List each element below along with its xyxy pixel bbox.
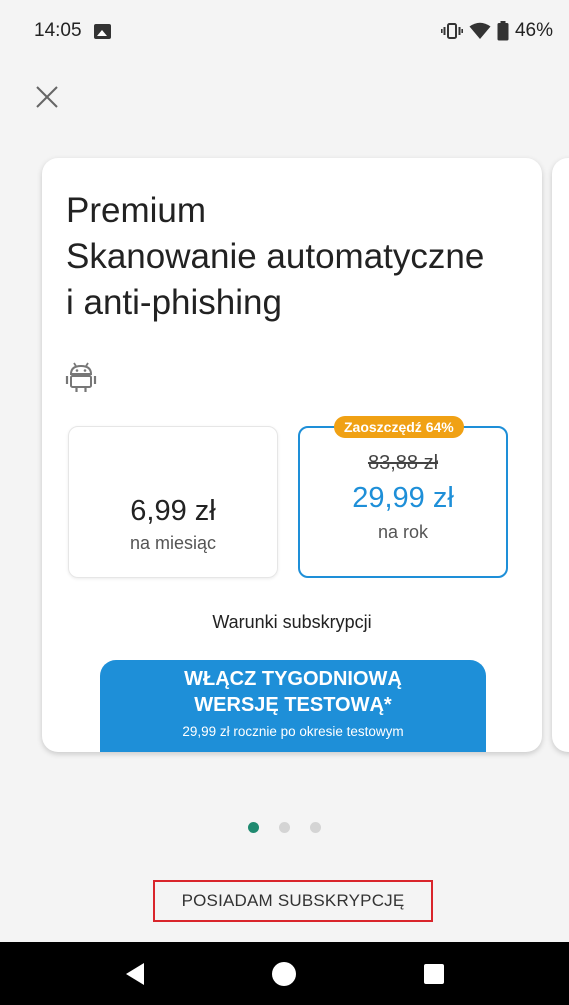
subscription-screen: 14:05 46% Premium Skanowanie automatyczn… bbox=[0, 0, 569, 1005]
subscription-terms-link[interactable]: Warunki subskrypcji bbox=[42, 612, 542, 633]
recents-icon bbox=[424, 963, 445, 984]
premium-plan-card: Premium Skanowanie automatyczne i anti-p… bbox=[42, 158, 542, 752]
close-icon bbox=[36, 86, 58, 108]
card-title-line-1: Premium bbox=[66, 191, 207, 230]
nav-back-button[interactable] bbox=[115, 954, 155, 994]
plan-yearly[interactable]: 83,88 zł 29,99 zł na rok bbox=[298, 426, 508, 578]
monthly-period: na miesiąc bbox=[129, 533, 217, 553]
yearly-old-price: 83,88 zł bbox=[367, 452, 439, 474]
page-dot-2[interactable] bbox=[279, 822, 290, 833]
battery-icon bbox=[497, 21, 509, 41]
nav-home-button[interactable] bbox=[264, 954, 304, 994]
yearly-period: na rok bbox=[377, 522, 429, 542]
home-icon bbox=[272, 961, 297, 986]
close-button[interactable] bbox=[30, 80, 64, 114]
save-badge: Zaoszczędź 64% bbox=[334, 416, 464, 438]
status-time: 14:05 bbox=[34, 20, 82, 41]
status-right: 46% bbox=[440, 20, 553, 42]
page-dot-1[interactable] bbox=[248, 822, 259, 833]
status-bar: 14:05 46% bbox=[0, 0, 569, 62]
have-subscription-button[interactable]: POSIADAM SUBSKRYPCJĘ bbox=[153, 880, 433, 922]
card-title-line-2: Skanowanie automatyczne bbox=[66, 237, 485, 276]
page-dot-3[interactable] bbox=[310, 822, 321, 833]
start-trial-button[interactable]: WŁĄCZ TYGODNIOWĄ WERSJĘ TESTOWĄ* 29,99 z… bbox=[100, 660, 486, 752]
yearly-price: 29,99 zł bbox=[352, 482, 454, 514]
card-title: Premium Skanowanie automatyczne i anti-p… bbox=[66, 188, 536, 326]
navigation-bar bbox=[0, 942, 569, 1005]
image-notification-icon bbox=[93, 23, 111, 39]
android-icon bbox=[65, 362, 97, 392]
next-card-peek[interactable] bbox=[552, 158, 569, 752]
battery-percentage: 46% bbox=[514, 20, 553, 41]
monthly-price: 6,99 zł bbox=[130, 495, 216, 527]
status-left: 14:05 bbox=[34, 20, 111, 42]
trial-button-sublabel: 29,99 zł rocznie po okresie testowym bbox=[182, 724, 404, 739]
wifi-icon bbox=[469, 22, 491, 39]
plan-monthly[interactable]: 6,99 zł na miesiąc bbox=[68, 426, 278, 578]
page-indicator bbox=[0, 822, 569, 833]
vibrate-icon bbox=[440, 23, 463, 39]
back-icon bbox=[125, 962, 144, 985]
trial-button-label: WŁĄCZ TYGODNIOWĄ WERSJĘ TESTOWĄ* bbox=[184, 668, 402, 716]
card-title-line-3: i anti-phishing bbox=[66, 283, 282, 322]
nav-recents-button[interactable] bbox=[414, 954, 454, 994]
